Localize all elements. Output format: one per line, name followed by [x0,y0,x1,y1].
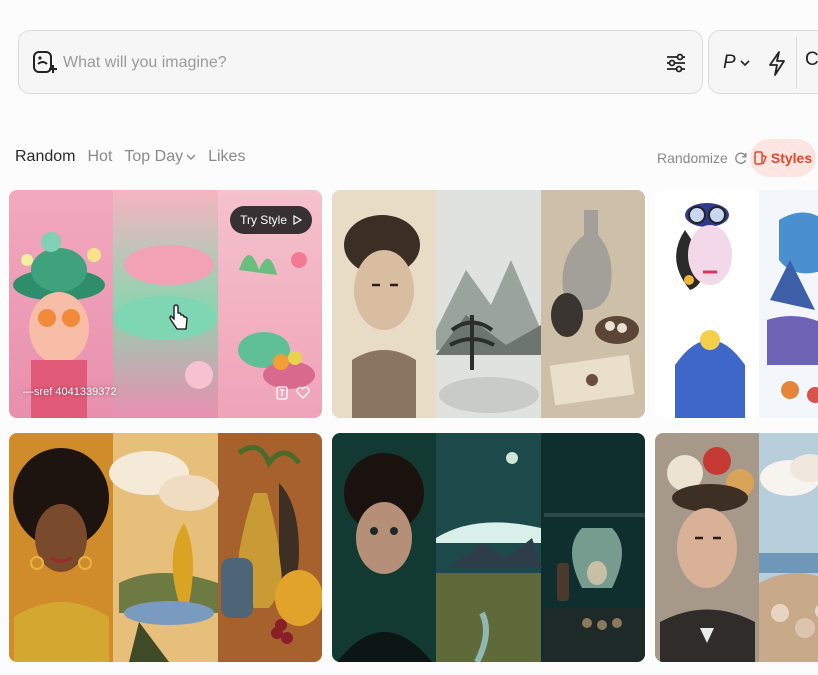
mode-label: P [723,52,736,73]
style-card-image [655,433,818,662]
bolt-icon[interactable] [765,49,789,77]
style-card[interactable]: Try Style —sref 4041339372 [9,190,322,418]
extra-control[interactable]: C [805,49,818,71]
mode-dropdown[interactable]: P [723,49,750,77]
try-style-button[interactable]: Try Style [230,206,312,234]
styles-icon [754,151,767,165]
prompt-bar[interactable] [18,30,703,94]
style-card-image [9,433,322,662]
sliders-icon[interactable] [662,49,690,77]
try-style-label: Try Style [240,213,287,227]
tab-top-day[interactable]: Top Day [124,148,196,166]
generation-controls: P C [708,30,818,94]
heart-icon[interactable] [296,386,310,399]
chevron-down-icon [740,60,750,67]
refresh-icon [735,152,747,164]
tab-hot[interactable]: Hot [87,148,112,166]
sref-code: —sref 4041339372 [23,386,117,398]
styles-button[interactable]: Styles [750,139,816,177]
randomize-button[interactable]: Randomize [657,150,748,166]
tab-likes[interactable]: Likes [208,148,245,166]
tab-random[interactable]: Random [15,148,75,166]
style-card[interactable] [9,433,322,662]
play-icon [293,215,302,225]
card-actions [276,386,310,400]
style-card[interactable] [332,433,645,662]
hand-cursor-icon [169,304,188,330]
image-add-icon[interactable] [31,49,57,77]
style-card-image [332,190,645,418]
style-card-image [655,190,818,418]
randomize-label: Randomize [657,150,728,166]
styles-label: Styles [770,150,813,166]
prompt-input[interactable] [63,49,623,77]
bookmark-icon[interactable] [276,386,288,400]
style-card[interactable] [655,433,818,662]
chevron-down-icon [186,154,196,160]
filter-tabs: Random Hot Top Day Likes [15,148,245,166]
explore-page: P C Random Hot Top Day Likes Randomize S… [0,0,818,675]
style-card-image [332,433,645,662]
style-card[interactable] [655,190,818,418]
divider [796,37,797,89]
style-card[interactable] [332,190,645,418]
tab-top-day-label: Top Day [124,148,184,165]
